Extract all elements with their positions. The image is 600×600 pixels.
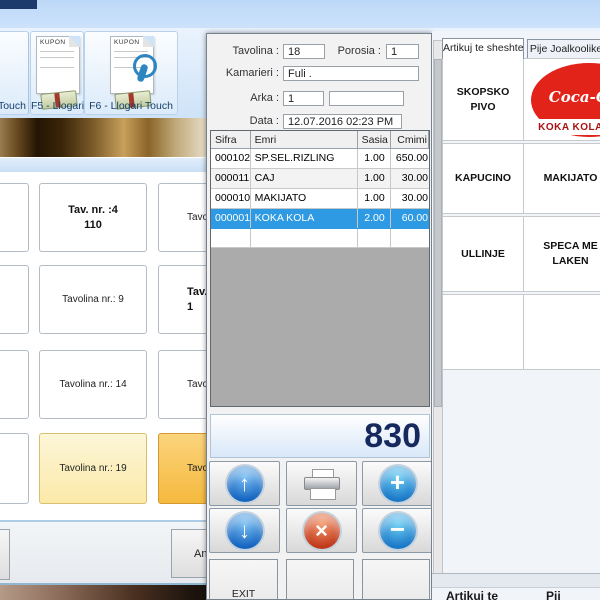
arka-field[interactable]: 1 bbox=[283, 91, 324, 106]
ribbon-button-label: F6 - Llogari Touch bbox=[85, 100, 177, 112]
data-label: Data : bbox=[209, 115, 279, 127]
plus-icon: + bbox=[380, 466, 416, 502]
kamarieri-field[interactable]: Fuli . bbox=[283, 66, 419, 81]
porosia-label: Porosia : bbox=[315, 45, 381, 57]
tab-artikuj-te-sheshte[interactable]: Artikuj te sheshte bbox=[442, 38, 524, 59]
up-arrow-icon: ↑ bbox=[227, 466, 263, 502]
table-row[interactable]: 000010 MAKIJATO 1.00 30.00 bbox=[211, 189, 429, 209]
porosia-field[interactable]: 1 bbox=[386, 44, 419, 59]
table-button-14[interactable]: Tavolina nr.: 14 bbox=[39, 350, 147, 419]
printer-icon bbox=[304, 469, 340, 499]
product-button-speca-me-laken[interactable]: SPECA ME LAKEN bbox=[523, 216, 600, 292]
product-button-skopsko-pivo[interactable]: SKOPSKO PIVO bbox=[442, 58, 524, 141]
coca-cola-script: Coca-Cola bbox=[536, 87, 600, 108]
data-field[interactable]: 12.07.2016 02:23 PM bbox=[283, 114, 402, 129]
bottom-tab-partial[interactable]: Pij bbox=[546, 589, 561, 600]
table-row-selected[interactable]: 000001 KOKA KOLA 2.00 60.00 bbox=[211, 209, 429, 229]
table-row[interactable]: 000102 SP.SEL.RIZLING 1.00 650.00 bbox=[211, 149, 429, 169]
minus-icon: − bbox=[380, 513, 416, 549]
table-button-19[interactable]: Tavolina nr.: 19 bbox=[39, 433, 147, 504]
receipt-icon: KUPON bbox=[36, 36, 80, 94]
window-top-strip bbox=[0, 0, 600, 28]
table-button[interactable] bbox=[0, 350, 29, 419]
cancel-button[interactable]: × bbox=[286, 508, 357, 553]
tables-footer-bar: An bbox=[0, 520, 206, 585]
table-button[interactable] bbox=[0, 433, 29, 504]
ribbon-button-label: F5 - Llogari bbox=[31, 100, 83, 112]
product-button-koka-kola[interactable]: Coca-Cola KOKA KOLA bbox=[523, 58, 600, 141]
kamarieri-label: Kamarieri : bbox=[209, 67, 279, 79]
window-title-fragment bbox=[0, 0, 37, 9]
table-row[interactable]: 000011 CAJ 1.00 30.00 bbox=[211, 169, 429, 189]
f11-storno-button[interactable]: F11 - Storno bbox=[286, 559, 354, 600]
arka-label: Arka : bbox=[209, 92, 279, 104]
arka-extra-field[interactable] bbox=[329, 91, 404, 106]
product-label: KOKA KOLA bbox=[524, 119, 600, 135]
ribbon-button-f5-llogari[interactable]: KUPON F5 - Llogari bbox=[30, 31, 84, 115]
product-button-empty[interactable] bbox=[442, 294, 524, 370]
col-header-emri[interactable]: Emri bbox=[251, 131, 358, 148]
order-dialog: Tavolina : 18 Porosia : 1 Kamarieri : Fu… bbox=[206, 33, 432, 600]
ribbon-button-label: Touch bbox=[0, 100, 28, 112]
total-display: 830 bbox=[210, 414, 430, 458]
move-up-button[interactable]: ↑ bbox=[209, 461, 280, 506]
table-button[interactable] bbox=[0, 265, 29, 334]
ribbon-button-llogari-touch-partial[interactable]: Touch bbox=[0, 31, 29, 115]
col-header-sasia[interactable]: Sasia bbox=[358, 131, 392, 148]
table-button[interactable] bbox=[0, 183, 29, 252]
footer-button-partial[interactable] bbox=[0, 529, 10, 580]
receipt-title: KUPON bbox=[40, 39, 66, 46]
f9-incizo-button[interactable]: F9 - Incizo bbox=[362, 559, 430, 600]
ribbon-button-f6-llogari-touch[interactable]: KUPON F6 - Llogari Touch bbox=[84, 31, 178, 115]
down-arrow-icon: ↓ bbox=[227, 513, 263, 549]
order-items-table: Sifra Emri Sasia Cmimi 000102 SP.SEL.RIZ… bbox=[210, 130, 430, 407]
decor-photo-strip bbox=[0, 583, 206, 600]
tables-panel-header-bar bbox=[0, 157, 206, 173]
col-header-cmimi[interactable]: Cmimi bbox=[391, 131, 429, 148]
table-header-row: Sifra Emri Sasia Cmimi bbox=[211, 131, 429, 149]
table-row-empty bbox=[211, 229, 429, 248]
exit-button[interactable]: EXIT bbox=[209, 559, 278, 600]
scrollbar-thumb[interactable] bbox=[434, 59, 442, 407]
decor-photo-band bbox=[0, 118, 206, 157]
tables-panel: Tav. nr. :4 110 Tavolina nr.: Tavolina n… bbox=[0, 172, 206, 520]
add-item-button[interactable]: + bbox=[362, 461, 432, 506]
product-button-makijato[interactable]: MAKIJATO bbox=[523, 143, 600, 214]
tab-pije-joalkoolike[interactable]: Pije Joalkoolike bbox=[527, 39, 600, 59]
product-button-kapucino[interactable]: KAPUCINO bbox=[442, 143, 524, 214]
table-button-4[interactable]: Tav. nr. :4 110 bbox=[39, 183, 147, 252]
products-panel: Artikuj te sheshte Pije Joalkoolike SKOP… bbox=[432, 31, 600, 600]
receipt-title: KUPON bbox=[114, 39, 140, 46]
remove-item-button[interactable]: − bbox=[362, 508, 432, 553]
pos-app-window: Touch KUPON F5 - Llogari KUPON F6 - Llog… bbox=[0, 0, 600, 600]
move-down-button[interactable]: ↓ bbox=[209, 508, 280, 553]
bottom-divider-strip bbox=[432, 573, 600, 588]
table-button-9[interactable]: Tavolina nr.: 9 bbox=[39, 265, 147, 334]
bottom-tab-partial[interactable]: Artikuj te bbox=[446, 589, 498, 600]
product-button-empty[interactable] bbox=[523, 294, 600, 370]
tavolina-label: Tavolina : bbox=[209, 45, 279, 57]
product-button-ullinje[interactable]: ULLINJE bbox=[442, 216, 524, 292]
col-header-sifra[interactable]: Sifra bbox=[211, 131, 251, 148]
print-button[interactable] bbox=[286, 461, 357, 506]
cancel-x-icon: × bbox=[304, 513, 340, 549]
